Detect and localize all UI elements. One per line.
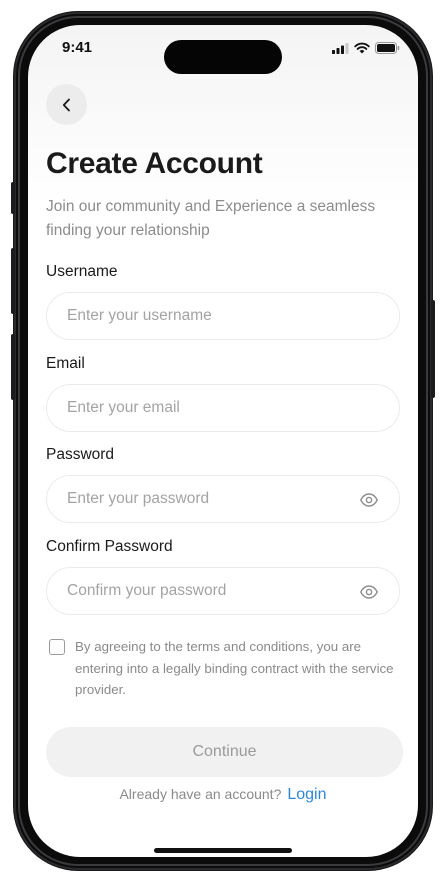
login-prompt-text: Already have an account? <box>119 786 282 802</box>
email-input[interactable] <box>67 385 337 431</box>
email-label: Email <box>46 355 85 372</box>
email-field[interactable] <box>46 384 400 432</box>
wifi-icon <box>354 42 370 54</box>
signal-icon <box>332 42 349 54</box>
page-subtitle: Join our community and Experience a seam… <box>46 198 376 239</box>
phone-side-button <box>11 182 15 214</box>
username-input[interactable] <box>67 293 337 339</box>
username-label: Username <box>46 263 118 280</box>
phone-volume-up-button <box>11 248 15 314</box>
home-indicator <box>154 848 292 853</box>
password-label: Password <box>46 446 115 463</box>
stage: 9:41 Create Account Join our community a… <box>0 0 448 881</box>
page-title: Create Account <box>46 147 263 180</box>
confirm-password-input[interactable] <box>67 568 337 614</box>
terms-checkbox[interactable] <box>49 639 65 655</box>
password-field[interactable] <box>46 475 400 523</box>
confirm-password-field[interactable] <box>46 567 400 615</box>
eye-icon[interactable] <box>359 582 379 602</box>
password-input[interactable] <box>67 476 337 522</box>
login-prompt-row: Already have an account? Login <box>28 786 418 804</box>
chevron-left-icon <box>62 98 70 111</box>
phone-volume-down-button <box>11 334 15 400</box>
confirm-password-label: Confirm Password <box>46 538 173 555</box>
back-button[interactable] <box>46 84 87 125</box>
battery-icon <box>375 42 400 54</box>
continue-button[interactable]: Continue <box>46 727 403 777</box>
app-screen: 9:41 Create Account Join our community a… <box>28 25 418 857</box>
status-icons <box>332 42 400 54</box>
login-link[interactable]: Login <box>287 786 326 803</box>
username-field[interactable] <box>46 292 400 340</box>
phone-power-button <box>431 300 435 398</box>
dynamic-island <box>164 40 282 74</box>
status-time: 9:41 <box>62 39 93 56</box>
eye-icon[interactable] <box>359 490 379 510</box>
terms-text: By agreeing to the terms and conditions,… <box>75 639 394 697</box>
